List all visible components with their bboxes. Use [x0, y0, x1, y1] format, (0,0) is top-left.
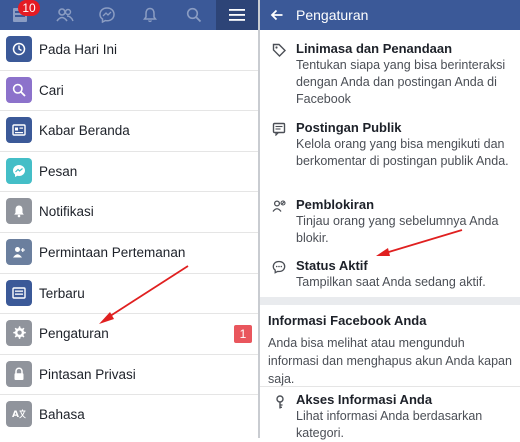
menu-item-label: Pengaturan	[39, 326, 109, 342]
news-feed-tab[interactable]: 10	[0, 0, 40, 30]
setting-title: Akses Informasi Anda	[296, 392, 433, 407]
messenger-icon	[99, 7, 115, 23]
menu-list: Pada Hari Ini Cari Kabar Beranda Pesan N…	[0, 30, 258, 436]
menu-item-label: Pintasan Privasi	[39, 366, 136, 382]
setting-title: Status Aktif	[296, 258, 368, 273]
tag-icon	[272, 43, 286, 57]
friends-icon	[56, 8, 74, 22]
notifications-tab[interactable]	[130, 0, 170, 30]
setting-title: Pemblokiran	[296, 197, 375, 212]
on-this-day-icon	[6, 36, 32, 62]
bell-icon	[6, 198, 32, 225]
menu-item-label: Cari	[39, 82, 64, 98]
setting-description: Tinjau orang yang sebelumnya Anda blokir…	[296, 214, 499, 245]
settings-panel: Pengaturan Linimasa dan Penandaan Tentuk…	[260, 0, 520, 440]
bell-icon	[143, 7, 157, 23]
messenger-tab[interactable]	[87, 0, 127, 30]
menu-item-language[interactable]: A Bahasa	[0, 395, 258, 436]
menu-item-search[interactable]: Cari	[0, 71, 258, 112]
search-icon	[6, 76, 32, 103]
friend-request-icon	[6, 238, 32, 265]
settings-header: Pengaturan	[260, 0, 520, 30]
setting-blocking[interactable]: Pemblokiran Tinjau orang yang sebelumnya…	[260, 196, 520, 246]
settings-notification-badge: 1	[234, 325, 252, 344]
key-icon	[276, 395, 284, 409]
menu-tab[interactable]	[216, 0, 258, 30]
menu-item-recent[interactable]: Terbaru	[0, 274, 258, 315]
menu-item-settings[interactable]: Pengaturan 1	[0, 314, 258, 355]
notification-count-badge: 10	[18, 0, 40, 16]
menu-item-label: Permintaan Pertemanan	[39, 244, 186, 260]
lock-icon	[6, 360, 32, 387]
section-separator	[260, 297, 520, 305]
menu-item-messages[interactable]: Pesan	[0, 152, 258, 193]
recent-icon	[6, 279, 32, 306]
public-post-icon	[272, 122, 286, 136]
active-status-icon	[272, 260, 286, 274]
page-title: Pengaturan	[296, 7, 369, 23]
setting-active-status[interactable]: Status Aktif Tampilkan saat Anda sedang …	[260, 257, 520, 293]
top-navigation-bar: 10	[0, 0, 258, 30]
main-menu-panel: 10 Pada Hari Ini Cari Kabar Beranda Pesa…	[0, 0, 258, 438]
menu-item-label: Pesan	[39, 163, 78, 179]
setting-title: Postingan Publik	[296, 120, 402, 135]
language-icon: A	[6, 401, 32, 428]
setting-description: Tentukan siapa yang bisa berinteraksi de…	[296, 58, 506, 106]
block-user-icon	[272, 200, 286, 212]
menu-item-label: Notifikasi	[39, 204, 94, 220]
menu-item-label: Terbaru	[39, 285, 85, 301]
menu-item-notifications[interactable]: Notifikasi	[0, 192, 258, 233]
gear-icon	[6, 320, 32, 347]
setting-timeline-tagging[interactable]: Linimasa dan Penandaan Tentukan siapa ya…	[260, 40, 520, 108]
menu-icon	[229, 9, 245, 21]
menu-item-friend-requests[interactable]: Permintaan Pertemanan	[0, 233, 258, 274]
section-heading: Informasi Facebook Anda	[268, 313, 427, 328]
section-description: Anda bisa melihat atau mengunduh informa…	[268, 336, 512, 386]
divider	[260, 386, 520, 387]
news-feed-icon	[6, 117, 32, 144]
back-arrow-icon[interactable]	[270, 8, 284, 22]
setting-description: Tampilkan saat Anda sedang aktif.	[296, 275, 486, 289]
setting-public-posts[interactable]: Postingan Publik Kelola orang yang bisa …	[260, 119, 520, 187]
menu-item-label: Pada Hari Ini	[39, 42, 118, 57]
setting-access-information[interactable]: Akses Informasi Anda Lihat informasi And…	[260, 391, 520, 440]
menu-item-label: Bahasa	[39, 407, 85, 423]
messenger-icon	[6, 157, 32, 184]
menu-item-news-feed[interactable]: Kabar Beranda	[0, 111, 258, 152]
menu-item-on-this-day[interactable]: Pada Hari Ini	[0, 30, 258, 71]
search-tab[interactable]	[174, 0, 214, 30]
search-icon	[186, 7, 202, 23]
setting-description: Kelola orang yang bisa mengikuti dan ber…	[296, 137, 509, 168]
setting-title: Linimasa dan Penandaan	[296, 41, 453, 56]
menu-item-label: Kabar Beranda	[39, 123, 130, 139]
menu-item-privacy-shortcuts[interactable]: Pintasan Privasi	[0, 355, 258, 396]
svg-text:A: A	[12, 410, 19, 420]
friends-tab[interactable]	[45, 0, 85, 30]
setting-description: Lihat informasi Anda berdasarkan kategor…	[296, 409, 483, 440]
